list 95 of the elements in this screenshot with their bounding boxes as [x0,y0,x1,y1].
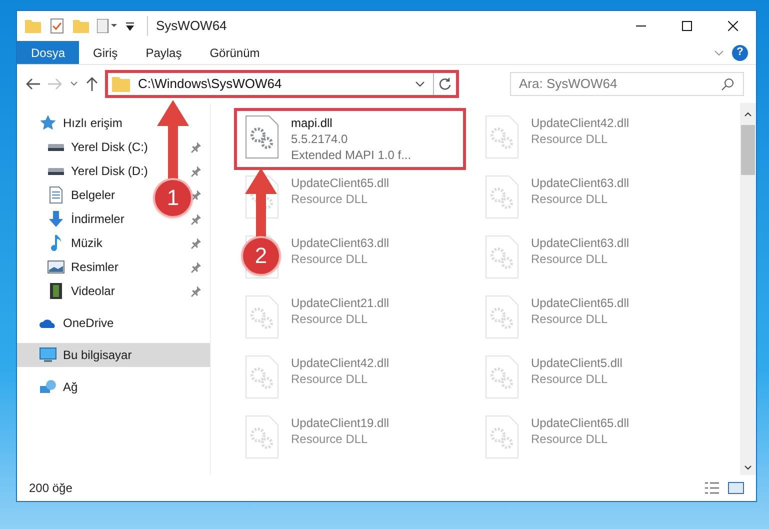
ribbon-tab[interactable]: Görünüm [196,41,274,64]
up-arrow-icon[interactable] [85,76,99,92]
file-detail: 5.5.2174.0 [291,131,349,147]
sidebar-item[interactable]: Bu bilgisayar [17,343,210,367]
pin-icon[interactable] [190,285,202,297]
status-text: 200 öğe [29,480,72,497]
gear-file-icon [245,355,279,399]
gear-file-icon [485,355,519,399]
sidebar-item[interactable]: Yerel Disk (C:) [47,135,152,159]
chevron-down-icon[interactable] [69,80,79,88]
file-name[interactable]: UpdateClient19.dll [291,415,390,431]
chevron-down-icon[interactable] [415,80,425,88]
star-icon [39,114,57,132]
file-item[interactable]: mapi.dll 5.5.2174.0 Extended MAPI 1.0 f... [237,111,463,167]
ribbon-tab[interactable]: Dosya [17,41,80,64]
window-title: SysWOW64 [147,16,227,36]
sidebar-item[interactable]: Müzik [47,231,106,255]
sidebar-item[interactable]: Hızlı erişim [17,111,210,135]
file-detail: Resource DLL [531,251,609,267]
step-number: 2 [254,245,268,267]
properties-icon[interactable] [97,19,117,33]
pin-icon[interactable] [190,165,202,177]
picture-icon [47,258,65,276]
file-name[interactable]: UpdateClient63.dll [531,175,630,191]
pin-icon[interactable] [190,189,202,201]
file-name[interactable]: UpdateClient21.dll [291,295,390,311]
search-field[interactable]: Ara: SysWOW64 [510,72,744,96]
sidebar-item[interactable]: Yerel Disk (D:) [47,159,152,183]
file-name[interactable]: UpdateClient65.dll [531,415,630,431]
document-icon [47,186,65,204]
file-name[interactable]: mapi.dll [291,115,412,131]
file-detail: Resource DLL [531,371,609,387]
file-detail: Resource DLL [531,311,609,327]
refresh-icon[interactable] [438,77,452,91]
gear-file-icon [485,175,519,219]
search-icon [721,77,735,91]
ribbon-tab[interactable]: Paylaş [132,41,196,64]
sidebar-item[interactable]: Ağ [17,375,210,399]
file-detail: Resource DLL [531,191,609,207]
gear-file-icon [485,295,519,339]
file-name[interactable]: UpdateClient65.dll [531,295,630,311]
back-arrow-icon[interactable] [25,77,41,91]
gear-file-icon [245,115,279,159]
pin-icon[interactable] [190,141,202,153]
file-name[interactable]: UpdateClient5.dll [531,355,622,371]
step-number: 1 [166,187,180,209]
search-input[interactable]: Ara: SysWOW64 [519,74,721,94]
file-name[interactable]: UpdateClient42.dll [531,115,630,131]
file-detail: Resource DLL [291,191,369,207]
gear-file-icon [245,295,279,339]
sidebar-item[interactable]: OneDrive [17,311,210,335]
file-name[interactable]: UpdateClient63.dll [291,235,390,251]
large-icons-view-icon[interactable] [728,481,744,495]
ribbon-tab[interactable]: Giriş [79,41,132,64]
file-detail: Resource DLL [291,431,369,447]
file-detail: Extended MAPI 1.0 f... [291,147,412,163]
gear-file-icon [245,415,279,459]
music-note-icon [51,235,61,251]
scrollbar[interactable] [740,103,756,475]
scroll-down-icon[interactable] [744,465,752,471]
network-icon [39,378,57,396]
file-detail: Resource DLL [291,311,369,327]
address-path: C:\Windows\SysWOW64 [138,75,283,94]
help-button[interactable]: ? [732,44,748,60]
file-detail: Resource DLL [291,251,369,267]
pin-icon[interactable] [190,213,202,225]
download-arrow-icon [47,210,65,228]
close-icon [728,21,738,31]
gear-file-icon [485,235,519,279]
scroll-thumb[interactable] [741,125,755,175]
checklist-icon[interactable] [49,18,65,34]
sidebar-item[interactable]: İndirmeler [47,207,128,231]
dropdown-icon[interactable] [125,21,135,31]
folder-icon [112,76,130,92]
pin-icon[interactable] [190,237,202,249]
sidebar-item[interactable]: Resimler [47,255,122,279]
file-detail: Resource DLL [291,371,369,387]
monitor-icon [39,346,57,364]
file-detail: Resource DLL [531,431,609,447]
drive-icon [48,168,64,174]
file-name[interactable]: UpdateClient42.dll [291,355,390,371]
film-icon [47,282,65,300]
file-name[interactable]: UpdateClient65.dll [291,175,390,191]
gear-file-icon [485,115,519,159]
details-view-icon[interactable] [704,481,720,495]
gear-file-icon [485,415,519,459]
file-detail: Resource DLL [531,131,609,147]
maximize-icon [682,21,692,31]
sidebar-item[interactable]: Videolar [47,279,119,303]
sidebar-item[interactable]: Belgeler [47,183,120,207]
drive-icon [48,144,64,150]
pin-icon[interactable] [190,261,202,273]
file-name[interactable]: UpdateClient63.dll [531,235,630,251]
address-field[interactable]: C:\Windows\SysWOW64 [105,70,459,98]
scroll-up-icon[interactable] [744,111,752,117]
